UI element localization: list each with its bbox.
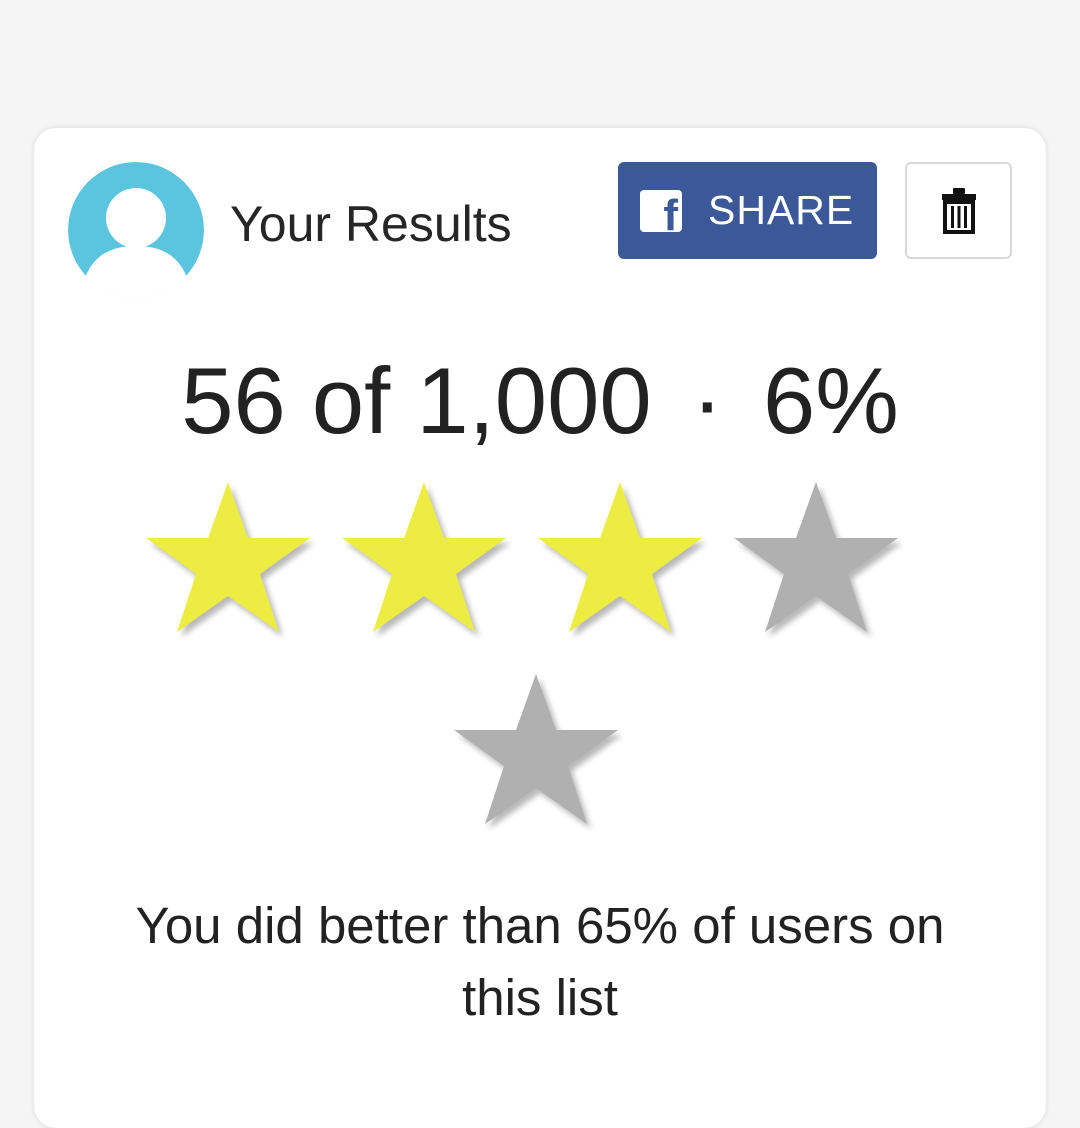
facebook-icon: f <box>640 189 682 237</box>
score-total: 1,000 <box>416 348 652 453</box>
delete-button[interactable] <box>905 162 1012 259</box>
summary-message: You did better than 65% of users on this… <box>135 897 945 1026</box>
score-of-label: of <box>311 348 391 453</box>
score-percent: 6% <box>762 348 899 453</box>
trash-icon <box>941 187 976 234</box>
card-title: Your Results <box>230 196 512 252</box>
facebook-share-button[interactable]: f SHARE <box>618 162 877 259</box>
score-found: 56 <box>181 348 286 453</box>
star-rating <box>34 468 1046 828</box>
results-card: Your Results f SHARE 56 of 1,000 · 6% You … <box>34 128 1046 1128</box>
star-empty-icon <box>734 482 898 632</box>
share-button-label: SHARE <box>708 187 855 233</box>
score-summary: 56 of 1,000 · 6% <box>34 346 1046 456</box>
star-filled-icon <box>538 482 702 632</box>
score-separator: · <box>691 348 723 453</box>
user-avatar-icon <box>68 162 204 298</box>
star-filled-icon <box>342 482 506 632</box>
star-empty-icon <box>454 674 618 824</box>
star-filled-icon <box>146 482 310 632</box>
